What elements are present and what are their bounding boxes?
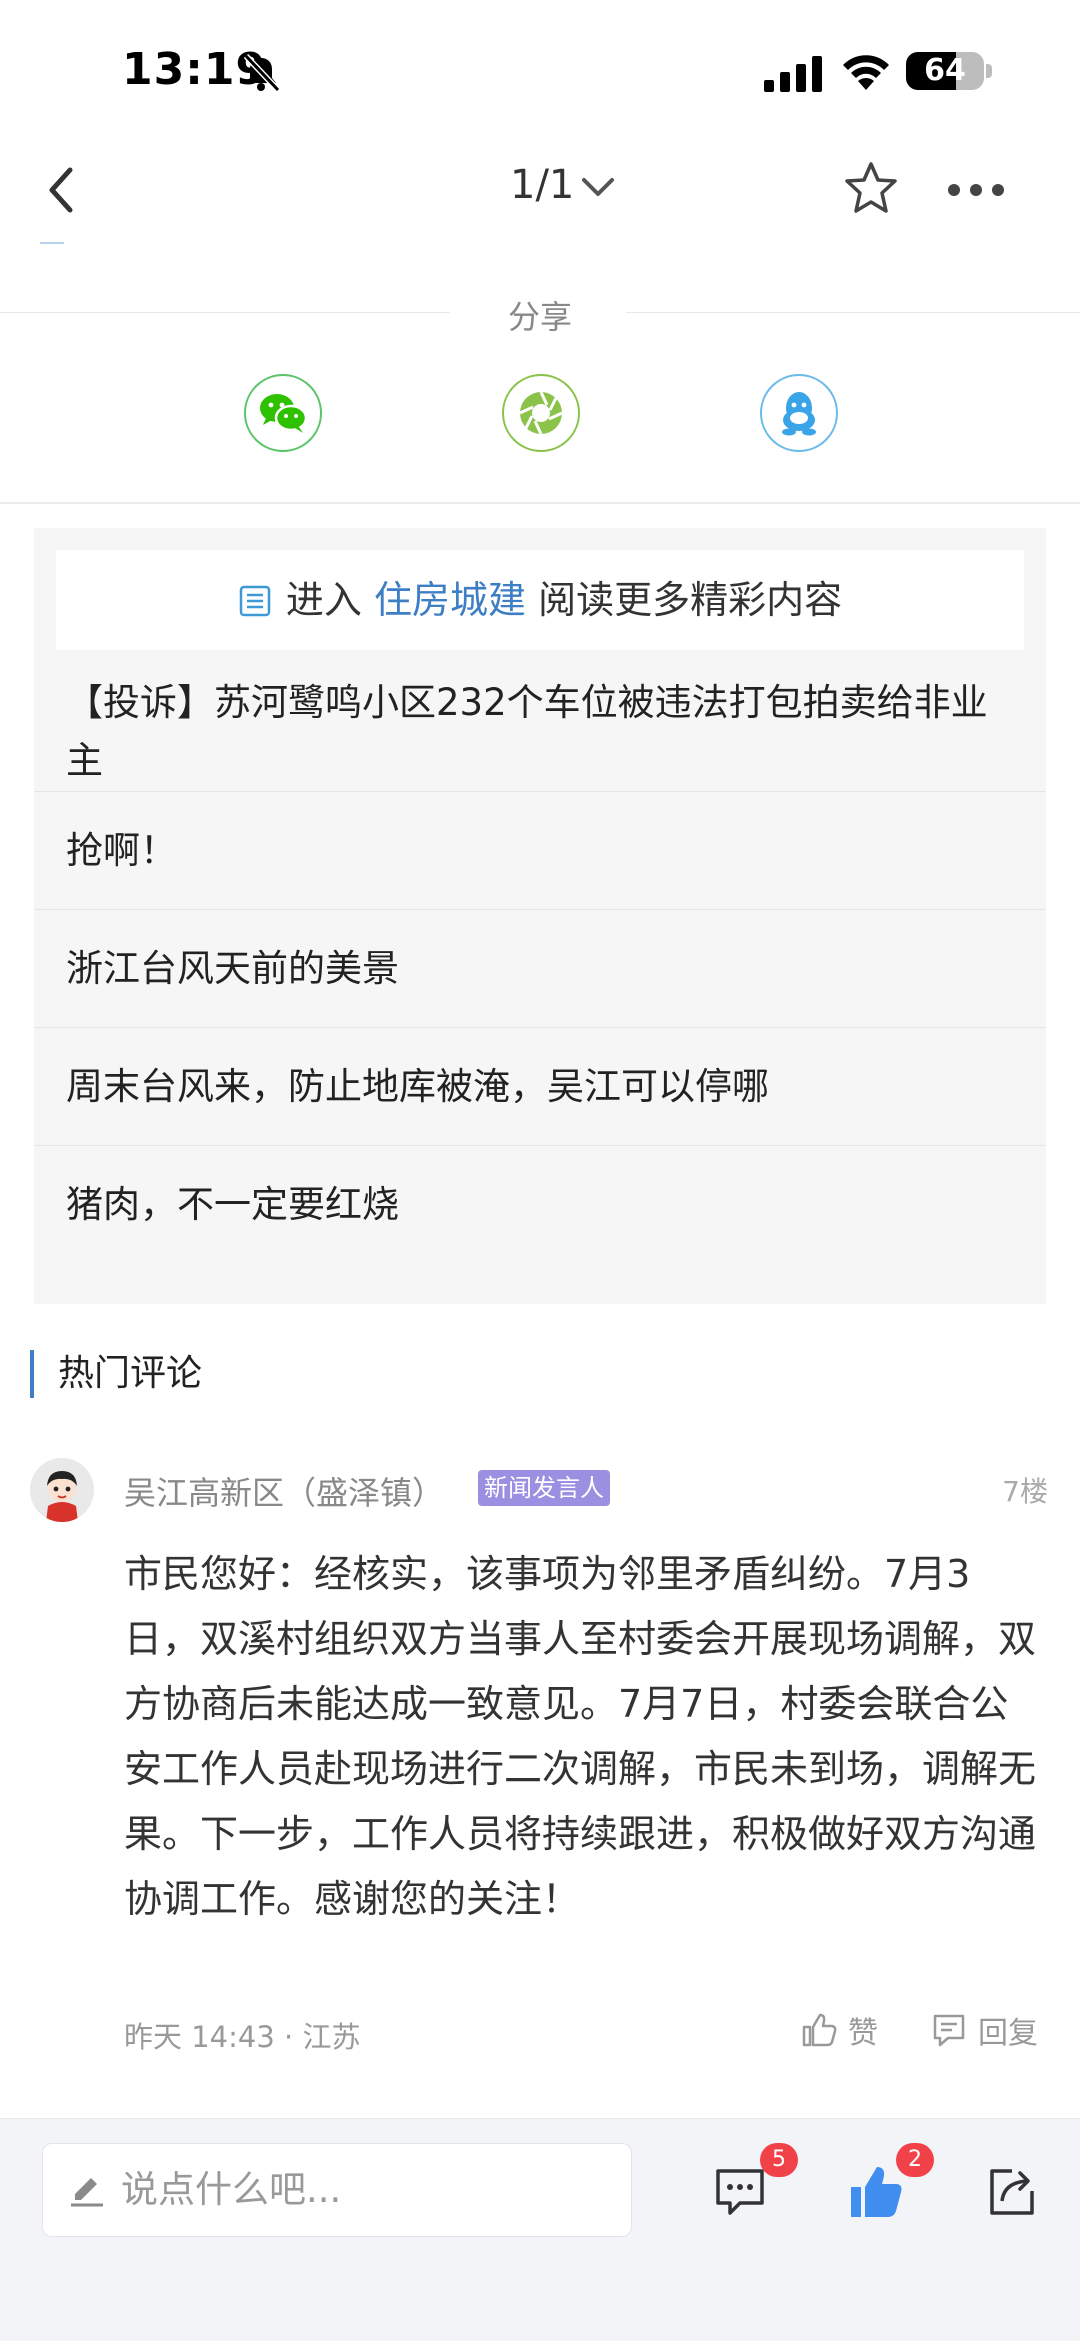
- share-title: 分享: [507, 298, 572, 336]
- comment-body: 市民您好：经核实，该事项为邻里矛盾纠纷。7月3日，双溪村组织双方当事人至村委会开…: [124, 1552, 1037, 1921]
- avatar-cartoon-icon: [30, 1458, 94, 1522]
- floor-number: 7楼: [1002, 1475, 1048, 1508]
- like-button[interactable]: 赞: [800, 2008, 878, 2052]
- document-icon: [239, 585, 271, 617]
- related-articles-panel: 进入 住房城建 阅读更多精彩内容 【投诉】苏河鹭鸣小区232个车位被违法打包拍卖…: [34, 528, 1046, 1304]
- more-icon[interactable]: [946, 182, 1006, 198]
- avatar[interactable]: [30, 1458, 94, 1522]
- nav-bar: 1/1: [0, 140, 1080, 244]
- page-indicator[interactable]: 1/1: [510, 162, 574, 208]
- battery-level: 64: [924, 53, 966, 88]
- related-item-title: 猪肉，不一定要红烧: [66, 1183, 399, 1226]
- hot-comments-title: 热门评论: [58, 1353, 203, 1394]
- related-item-title: 浙江台风天前的美景: [66, 946, 399, 990]
- enter-prefix: 进入: [285, 578, 362, 622]
- divider-mark: [40, 242, 64, 244]
- reply-label: 回复: [978, 2016, 1038, 2051]
- related-item-title: 【投诉】苏河鹭鸣小区232个车位被违法打包拍卖给非业主: [66, 680, 988, 782]
- related-item-title: 抢啊！: [66, 828, 177, 872]
- related-item[interactable]: 周末台风来，防止地库被淹，吴江可以停哪: [34, 1028, 1046, 1146]
- qq-icon: [782, 392, 816, 436]
- channel-link[interactable]: 住房城建: [374, 578, 526, 622]
- comment-input[interactable]: 说点什么吧...: [42, 2143, 632, 2237]
- star-icon[interactable]: [842, 160, 900, 218]
- status-bar: 13:19 64: [0, 0, 1080, 140]
- author-badge: 新闻发言人: [478, 1470, 610, 1506]
- battery-indicator: 64: [906, 52, 984, 90]
- related-item-title: 周末台风来，防止地库被淹，吴江可以停哪: [66, 1064, 769, 1108]
- like-label: 赞: [848, 2016, 878, 2051]
- back-icon[interactable]: [40, 160, 84, 220]
- bottom-action-bar: 说点什么吧... 5 2: [0, 2118, 1080, 2341]
- share-article-button[interactable]: [982, 2161, 1042, 2221]
- thumbs-up-filled-icon: [851, 2167, 902, 2217]
- thumbs-up-icon: [802, 2013, 837, 2047]
- share-wechat-button[interactable]: [244, 374, 322, 452]
- likes-count-badge: 2: [896, 2143, 934, 2177]
- comment-input-placeholder: 说点什么吧...: [121, 2168, 342, 2211]
- share-icon: [990, 2169, 1034, 2215]
- related-item[interactable]: 浙江台风天前的美景: [34, 910, 1046, 1028]
- wifi-icon: [843, 55, 889, 90]
- comments-count-badge: 5: [760, 2143, 798, 2177]
- comments-button[interactable]: 5: [710, 2143, 798, 2221]
- chevron-down-icon[interactable]: [580, 174, 616, 202]
- pen-icon: [71, 2178, 103, 2207]
- enter-channel-banner[interactable]: 进入 住房城建 阅读更多精彩内容: [56, 550, 1024, 650]
- battery-nub: [986, 64, 992, 78]
- enter-suffix: 阅读更多精彩内容: [538, 578, 843, 622]
- related-item[interactable]: 抢啊！: [34, 792, 1046, 910]
- wechat-icon: [260, 394, 308, 433]
- like-article-button[interactable]: 2: [846, 2143, 934, 2221]
- reply-button[interactable]: 回复: [930, 2008, 1038, 2052]
- related-item[interactable]: 【投诉】苏河鹭鸣小区232个车位被违法打包拍卖给非业主: [34, 672, 1046, 792]
- moments-icon: [519, 391, 563, 435]
- bell-muted-icon: [243, 53, 281, 93]
- comment-author[interactable]: 吴江高新区（盛泽镇）: [124, 1468, 444, 1514]
- reply-bubble-icon: [933, 2014, 965, 2047]
- share-moments-button[interactable]: [502, 374, 580, 452]
- signal-icon: [764, 56, 822, 92]
- comment-meta: 昨天 14:43 · 江苏: [124, 2020, 361, 2054]
- share-qq-button[interactable]: [760, 374, 838, 452]
- comment-icon: [716, 2169, 764, 2215]
- share-section: 分享: [0, 290, 1080, 504]
- related-item[interactable]: 猪肉，不一定要红烧: [34, 1146, 1046, 1264]
- section-accent-bar: [30, 1350, 34, 1398]
